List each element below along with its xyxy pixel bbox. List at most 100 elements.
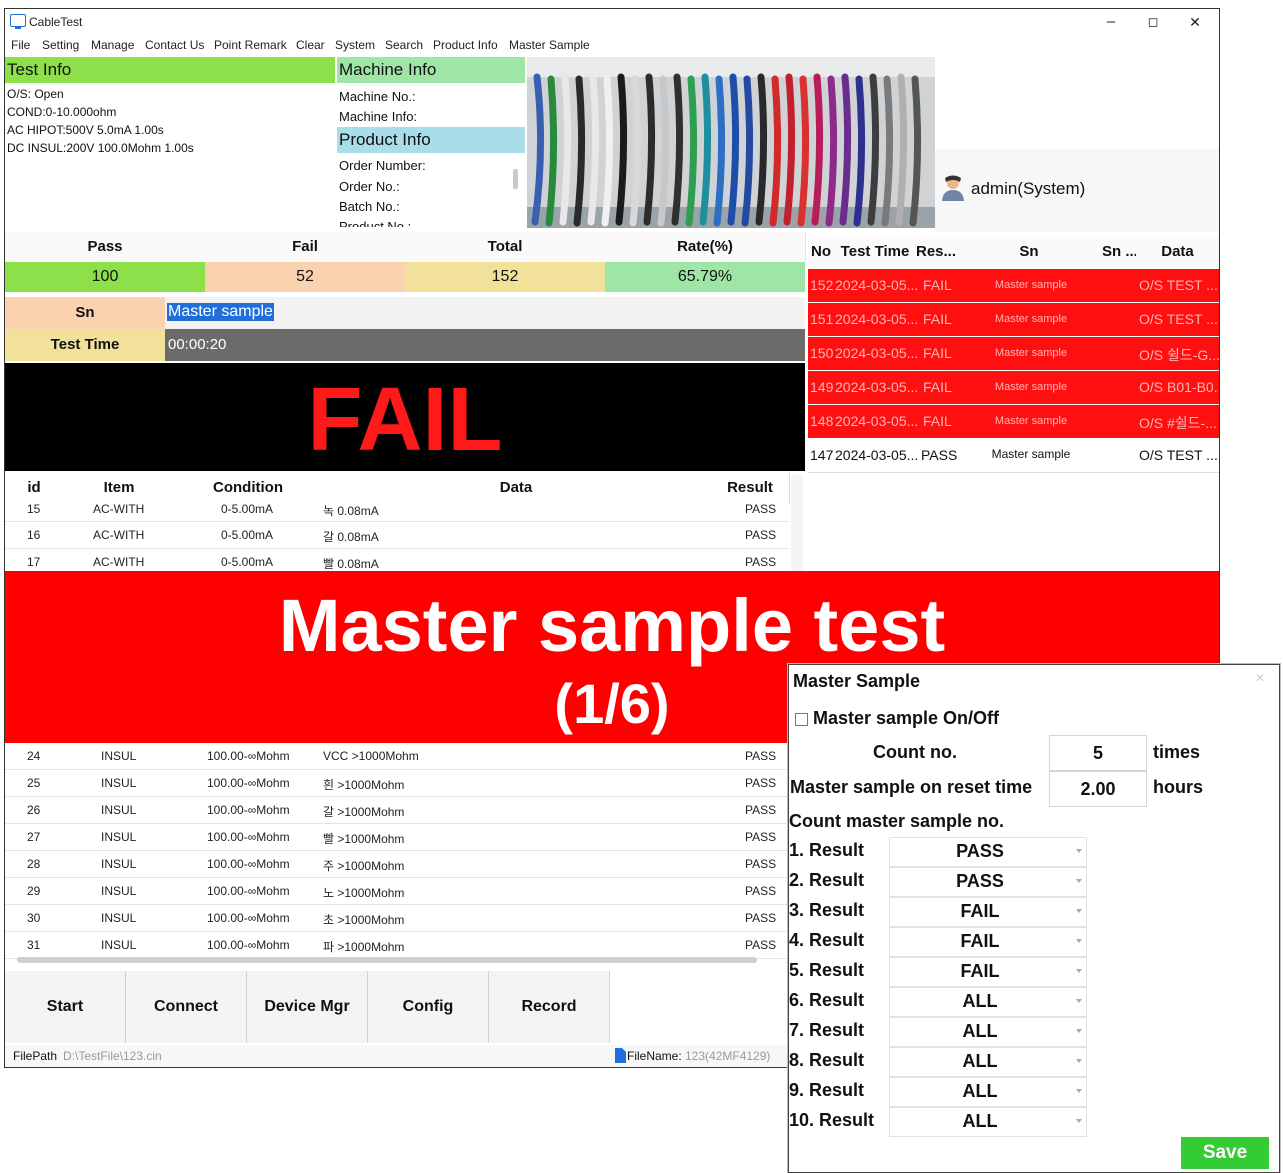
col-result[interactable]: Result bbox=[711, 473, 790, 503]
results-col-test-time[interactable]: Test Time bbox=[834, 236, 917, 268]
rate-header: Rate(%) bbox=[605, 232, 806, 262]
results-row[interactable]: 152 2024-03-05... FAIL Master sample O/S… bbox=[808, 269, 1219, 302]
results-no: 148 bbox=[810, 413, 834, 429]
row-condition: 100.00-∞Mohm bbox=[207, 776, 290, 790]
menu-clear[interactable]: Clear bbox=[296, 38, 325, 52]
save-button[interactable]: Save bbox=[1181, 1137, 1269, 1169]
table-row[interactable]: 26 INSUL 100.00-∞Mohm 갈 >1000Mohm PASS bbox=[5, 797, 789, 824]
results-row[interactable]: 147 2024-03-05... PASS Master sample O/S… bbox=[808, 439, 1219, 473]
row-id: 31 bbox=[27, 938, 41, 952]
maximize-button[interactable]: ◻ bbox=[1133, 11, 1173, 33]
results-row[interactable]: 150 2024-03-05... FAIL Master sample O/S… bbox=[808, 337, 1219, 370]
results-row[interactable]: 149 2024-03-05... FAIL Master sample O/S… bbox=[808, 371, 1219, 404]
table-horizontal-scrollbar[interactable] bbox=[17, 957, 757, 963]
table-row[interactable]: 24 INSUL 100.00-∞Mohm VCC >1000Mohm PASS bbox=[5, 743, 789, 770]
sn-field[interactable]: Master sample bbox=[165, 297, 805, 329]
reset-time-input[interactable]: 2.00 bbox=[1049, 771, 1147, 807]
result-2-select[interactable]: PASS bbox=[889, 867, 1087, 897]
table-row[interactable]: 29 INSUL 100.00-∞Mohm 노 >1000Mohm PASS bbox=[5, 878, 789, 905]
row-result: PASS bbox=[745, 830, 777, 844]
product-info-scrollbar[interactable] bbox=[513, 169, 518, 189]
order-no-label: Order No.: bbox=[339, 179, 400, 194]
col-item[interactable]: Item bbox=[63, 473, 176, 503]
count-no-input[interactable]: 5 bbox=[1049, 735, 1147, 771]
result-7-select[interactable]: ALL bbox=[889, 1017, 1087, 1047]
menu-system[interactable]: System bbox=[335, 38, 375, 52]
results-col-data[interactable]: Data bbox=[1136, 236, 1219, 268]
results-no: 150 bbox=[810, 345, 834, 361]
result-9-select[interactable]: ALL bbox=[889, 1077, 1087, 1107]
device-mgr-button[interactable]: Device Mgr bbox=[247, 971, 368, 1043]
row-id: 15 bbox=[27, 502, 41, 516]
results-col-sn2[interactable]: Sn ... bbox=[1102, 236, 1137, 268]
row-data: 빨 0.08mA bbox=[323, 557, 379, 571]
table-row[interactable]: 27 INSUL 100.00-∞Mohm 빨 >1000Mohm PASS bbox=[5, 824, 789, 851]
minimize-button[interactable]: – bbox=[1091, 11, 1131, 33]
row-data: 빨 >1000Mohm bbox=[323, 832, 405, 846]
result-8-select[interactable]: ALL bbox=[889, 1047, 1087, 1077]
col-data[interactable]: Data bbox=[321, 473, 712, 503]
menu-file[interactable]: File bbox=[11, 38, 30, 52]
filepath-value: D:\TestFile\123.cin bbox=[63, 1049, 162, 1063]
results-res: PASS bbox=[921, 447, 958, 463]
test-time-value: 00:00:20 bbox=[168, 336, 227, 353]
reset-time-unit: hours bbox=[1153, 777, 1204, 797]
menu-manage[interactable]: Manage bbox=[91, 38, 134, 52]
row-item: INSUL bbox=[101, 803, 137, 817]
table-row[interactable]: 25 INSUL 100.00-∞Mohm 흰 >1000Mohm PASS bbox=[5, 770, 789, 797]
result-6-select[interactable]: ALL bbox=[889, 987, 1087, 1017]
results-data: O/S TEST ... bbox=[1139, 277, 1218, 293]
table-row[interactable]: 28 INSUL 100.00-∞Mohm 주 >1000Mohm PASS bbox=[5, 851, 789, 878]
menu-point-remark[interactable]: Point Remark bbox=[214, 38, 287, 52]
dialog-close-icon[interactable]: ✕ bbox=[1255, 671, 1265, 685]
col-id[interactable]: id bbox=[5, 473, 64, 503]
row-condition: 100.00-∞Mohm bbox=[207, 803, 290, 817]
menu-master-sample[interactable]: Master Sample bbox=[509, 38, 590, 52]
start-button[interactable]: Start bbox=[5, 971, 126, 1043]
col-condition[interactable]: Condition bbox=[175, 473, 322, 503]
result-4-label: 4. Result bbox=[789, 930, 865, 950]
product-info-list[interactable]: Order Number: Order No.: Batch No.: Prod… bbox=[337, 155, 525, 227]
filename-label: FileName: bbox=[627, 1049, 682, 1063]
user-name: admin(System) bbox=[971, 179, 1086, 198]
menu-contact-us[interactable]: Contact Us bbox=[145, 38, 204, 52]
results-data: O/S TEST ... bbox=[1139, 311, 1218, 327]
results-col-no[interactable]: No bbox=[808, 236, 835, 268]
record-button[interactable]: Record bbox=[489, 971, 610, 1043]
dialog-title: Master Sample bbox=[793, 671, 921, 691]
results-sn: Master sample bbox=[994, 279, 1068, 291]
config-button[interactable]: Config bbox=[368, 971, 489, 1043]
table-row[interactable]: 15 AC-WITH 0-5.00mA 녹 0.08mA PASS bbox=[5, 501, 789, 522]
batch-no-label: Batch No.: bbox=[339, 199, 400, 214]
results-no: 149 bbox=[810, 379, 834, 395]
file-icon bbox=[615, 1048, 626, 1063]
row-id: 24 bbox=[27, 749, 41, 763]
results-row[interactable]: 151 2024-03-05... FAIL Master sample O/S… bbox=[808, 303, 1219, 336]
dropdown-arrow-icon bbox=[1076, 999, 1082, 1003]
menu-product-info[interactable]: Product Info bbox=[433, 38, 498, 52]
result-5-select[interactable]: FAIL bbox=[889, 957, 1087, 987]
result-4-value: FAIL bbox=[960, 931, 1000, 951]
results-row[interactable]: 148 2024-03-05... FAIL Master sample O/S… bbox=[808, 405, 1219, 438]
master-sample-onoff-checkbox[interactable] bbox=[795, 713, 808, 726]
results-data: O/S 쉴드-G... bbox=[1139, 347, 1219, 363]
row-condition: 0-5.00mA bbox=[221, 502, 274, 516]
table-row[interactable]: 16 AC-WITH 0-5.00mA 갈 0.08mA PASS bbox=[5, 522, 789, 549]
results-col-sn[interactable]: Sn bbox=[956, 236, 1103, 268]
result-3-select[interactable]: FAIL bbox=[889, 897, 1087, 927]
result-4-select[interactable]: FAIL bbox=[889, 927, 1087, 957]
result-10-select[interactable]: ALL bbox=[889, 1107, 1087, 1137]
test-info-line: COND:0-10.000ohm bbox=[7, 105, 117, 119]
menu-search[interactable]: Search bbox=[385, 38, 423, 52]
table-row[interactable]: 31 INSUL 100.00-∞Mohm 파 >1000Mohm PASS bbox=[5, 932, 789, 959]
row-item: AC-WITH bbox=[93, 528, 145, 542]
dropdown-arrow-icon bbox=[1076, 909, 1082, 913]
table-row[interactable]: 30 INSUL 100.00-∞Mohm 초 >1000Mohm PASS bbox=[5, 905, 789, 932]
connect-button[interactable]: Connect bbox=[126, 971, 247, 1043]
result-1-select[interactable]: PASS bbox=[889, 837, 1087, 867]
result-3-label: 3. Result bbox=[789, 900, 865, 920]
menu-setting[interactable]: Setting bbox=[42, 38, 79, 52]
close-button[interactable]: ✕ bbox=[1175, 11, 1215, 33]
results-col-result[interactable]: Res... bbox=[916, 236, 957, 268]
row-condition: 100.00-∞Mohm bbox=[207, 884, 290, 898]
